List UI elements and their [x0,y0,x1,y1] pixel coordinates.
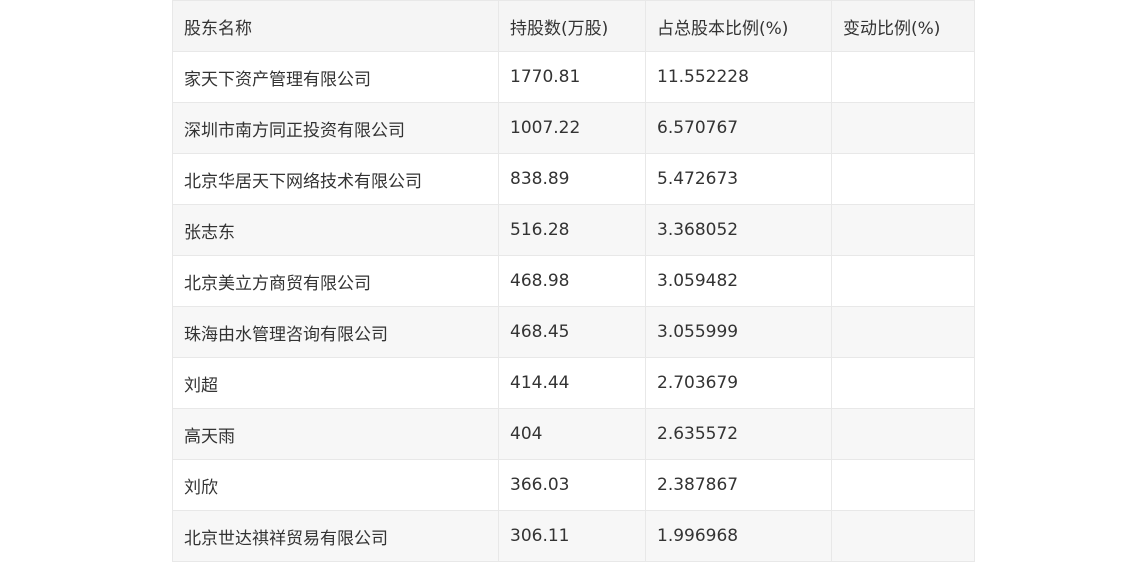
cell-change-ratio [831,204,975,256]
table-row: 家天下资产管理有限公司 1770.81 11.552228 [172,51,975,103]
header-share-ratio: 占总股本比例(%) [645,0,832,52]
header-shares-held: 持股数(万股) [498,0,646,52]
cell-shareholder-name: 北京美立方商贸有限公司 [172,255,499,307]
cell-shareholder-name: 珠海由水管理咨询有限公司 [172,306,499,358]
cell-change-ratio [831,102,975,154]
table-row: 北京世达祺祥贸易有限公司 306.11 1.996968 [172,510,975,562]
cell-change-ratio [831,408,975,460]
cell-shares-held: 404 [498,408,646,460]
cell-shareholder-name: 北京世达祺祥贸易有限公司 [172,510,499,562]
cell-shares-held: 306.11 [498,510,646,562]
cell-change-ratio [831,153,975,205]
cell-share-ratio: 2.387867 [645,459,832,511]
cell-shareholder-name: 北京华居天下网络技术有限公司 [172,153,499,205]
table-row: 张志东 516.28 3.368052 [172,204,975,256]
header-shareholder-name: 股东名称 [172,0,499,52]
cell-shares-held: 414.44 [498,357,646,409]
cell-shares-held: 516.28 [498,204,646,256]
table-row: 珠海由水管理咨询有限公司 468.45 3.055999 [172,306,975,358]
cell-shareholder-name: 刘欣 [172,459,499,511]
cell-shareholder-name: 家天下资产管理有限公司 [172,51,499,103]
table-row: 刘欣 366.03 2.387867 [172,459,975,511]
header-row: 股东名称 持股数(万股) 占总股本比例(%) 变动比例(%) [172,0,975,52]
cell-share-ratio: 5.472673 [645,153,832,205]
cell-shareholder-name: 深圳市南方同正投资有限公司 [172,102,499,154]
cell-change-ratio [831,306,975,358]
table-row: 深圳市南方同正投资有限公司 1007.22 6.570767 [172,102,975,154]
cell-shares-held: 468.98 [498,255,646,307]
cell-shareholder-name: 高天雨 [172,408,499,460]
table-row: 北京华居天下网络技术有限公司 838.89 5.472673 [172,153,975,205]
cell-change-ratio [831,51,975,103]
cell-shareholder-name: 刘超 [172,357,499,409]
cell-shares-held: 366.03 [498,459,646,511]
table-body: 家天下资产管理有限公司 1770.81 11.552228 深圳市南方同正投资有… [172,51,975,562]
header-change-ratio: 变动比例(%) [831,0,975,52]
cell-change-ratio [831,459,975,511]
table-row: 高天雨 404 2.635572 [172,408,975,460]
cell-change-ratio [831,255,975,307]
cell-change-ratio [831,357,975,409]
cell-shares-held: 838.89 [498,153,646,205]
cell-share-ratio: 3.059482 [645,255,832,307]
cell-shares-held: 1770.81 [498,51,646,103]
table-header: 股东名称 持股数(万股) 占总股本比例(%) 变动比例(%) [172,0,975,52]
shareholder-table: 股东名称 持股数(万股) 占总股本比例(%) 变动比例(%) 家天下资产管理有限… [172,0,975,562]
cell-share-ratio: 1.996968 [645,510,832,562]
cell-shares-held: 1007.22 [498,102,646,154]
cell-share-ratio: 6.570767 [645,102,832,154]
cell-share-ratio: 11.552228 [645,51,832,103]
cell-share-ratio: 2.703679 [645,357,832,409]
table-row: 刘超 414.44 2.703679 [172,357,975,409]
cell-shareholder-name: 张志东 [172,204,499,256]
cell-change-ratio [831,510,975,562]
cell-share-ratio: 3.368052 [645,204,832,256]
cell-share-ratio: 3.055999 [645,306,832,358]
cell-share-ratio: 2.635572 [645,408,832,460]
cell-shares-held: 468.45 [498,306,646,358]
table-row: 北京美立方商贸有限公司 468.98 3.059482 [172,255,975,307]
